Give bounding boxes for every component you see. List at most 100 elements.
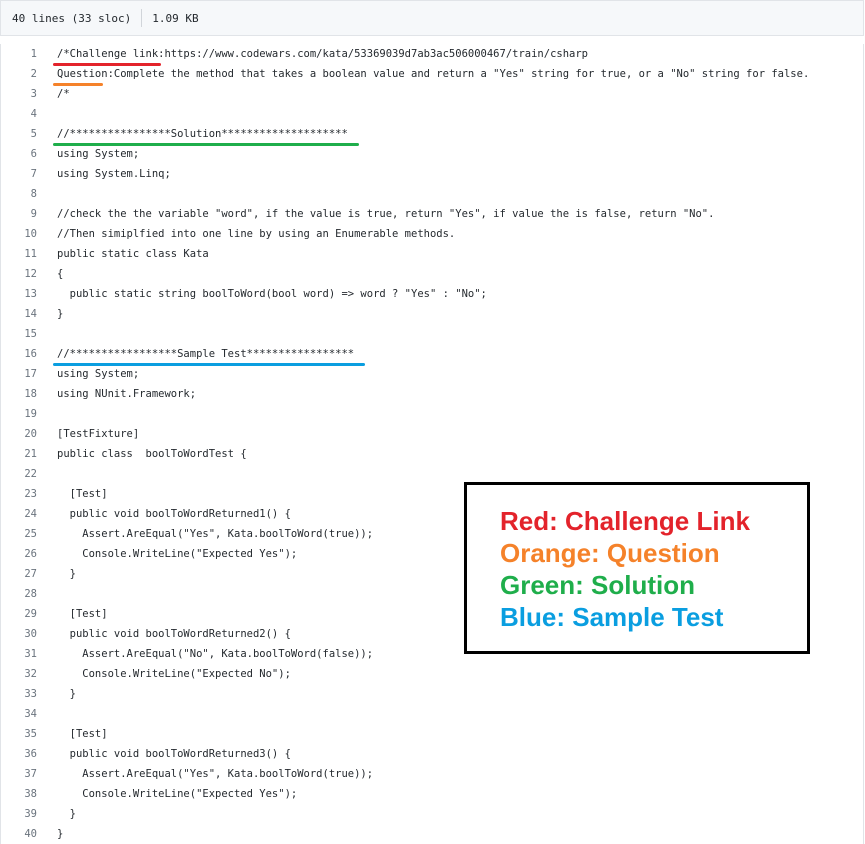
- line-number: 10: [24, 228, 37, 240]
- line-number: 26: [24, 548, 37, 560]
- line-number: 9: [30, 208, 37, 220]
- line-code: public static class Kata: [57, 248, 209, 260]
- line-number: 15: [24, 328, 37, 340]
- line-number: 31: [24, 648, 37, 660]
- line-number: 27: [24, 568, 37, 580]
- code-line: 8: [1, 184, 863, 204]
- line-code: Console.WriteLine("Expected Yes");: [57, 548, 298, 560]
- line-code: //Then simiplfied into one line by using…: [57, 228, 456, 240]
- line-code: }: [57, 688, 76, 700]
- line-code: Assert.AreEqual("Yes", Kata.boolToWord(t…: [57, 528, 374, 540]
- line-number: 34: [24, 708, 37, 720]
- line-number: 19: [24, 408, 37, 420]
- legend-solution: Green: Solution: [500, 570, 695, 600]
- line-number: 29: [24, 608, 37, 620]
- line-code: }: [57, 808, 76, 820]
- code-line: 32 Console.WriteLine("Expected No");: [1, 664, 863, 684]
- line-code: /*: [57, 88, 70, 100]
- code-line: 7 using System.Linq;: [1, 164, 863, 184]
- line-number: 21: [24, 448, 37, 460]
- line-number: 5: [30, 128, 37, 140]
- code-line: 15: [1, 324, 863, 344]
- line-number: 36: [24, 748, 37, 760]
- line-code: public void boolToWordReturned3() {: [57, 748, 291, 760]
- solution-underline: [53, 143, 359, 146]
- line-number: 35: [24, 728, 37, 740]
- code-line: 19: [1, 404, 863, 424]
- line-code: [Test]: [57, 608, 108, 620]
- file-info-bar: 40 lines (33 sloc) 1.09 KB: [0, 0, 864, 36]
- code-line: 37 Assert.AreEqual("Yes", Kata.boolToWor…: [1, 764, 863, 784]
- code-line: 9 //check the the variable "word", if the…: [1, 204, 863, 224]
- line-number: 22: [24, 468, 37, 480]
- code-line: 2 Question:Complete the method that takes…: [1, 64, 863, 84]
- line-code: Assert.AreEqual("No", Kata.boolToWord(fa…: [57, 648, 374, 660]
- code-line: 18 using NUnit.Framework;: [1, 384, 863, 404]
- code-line: 21 public class boolToWordTest {: [1, 444, 863, 464]
- code-line: 16 //*****************Sample Test********…: [1, 344, 863, 364]
- sample-test-underline: [53, 363, 365, 366]
- code-line: 14}: [1, 304, 863, 324]
- code-line: 13 public static string boolToWord(bool …: [1, 284, 863, 304]
- code-line: 4: [1, 104, 863, 124]
- line-number: 32: [24, 668, 37, 680]
- line-number: 2: [30, 68, 37, 80]
- line-number: 18: [24, 388, 37, 400]
- code-line: 1 /*Challenge link:https://www.codewars.c…: [1, 44, 863, 64]
- file-size: 1.09 KB: [152, 11, 199, 25]
- color-legend: Red: Challenge Link Orange: Question Gre…: [464, 482, 810, 654]
- code-line: 34: [1, 704, 863, 724]
- line-code: [Test]: [57, 728, 108, 740]
- line-code: using NUnit.Framework;: [57, 388, 197, 400]
- line-code: [TestFixture]: [57, 428, 140, 440]
- line-code: public void boolToWordReturned2() {: [57, 628, 291, 640]
- code-line: 39 }: [1, 804, 863, 824]
- line-code: /*Challenge link:https://www.codewars.co…: [57, 48, 589, 60]
- line-number: 33: [24, 688, 37, 700]
- line-number: 24: [24, 508, 37, 520]
- line-number: 6: [30, 148, 37, 160]
- line-number: 8: [30, 188, 37, 200]
- line-number: 14: [24, 308, 37, 320]
- line-number: 38: [24, 788, 37, 800]
- line-number: 16: [24, 348, 37, 360]
- code-line: 35 [Test]: [1, 724, 863, 744]
- code-line: 10 //Then simiplfied into one line by usi…: [1, 224, 863, 244]
- code-line: 5 //****************Solution*************…: [1, 124, 863, 144]
- line-code: }: [57, 308, 64, 320]
- code-line: 20 [TestFixture]: [1, 424, 863, 444]
- line-number: 30: [24, 628, 37, 640]
- line-number: 13: [24, 288, 37, 300]
- line-code: }: [57, 828, 64, 840]
- line-code: //*****************Sample Test**********…: [57, 348, 355, 360]
- line-code: Assert.AreEqual("Yes", Kata.boolToWord(t…: [57, 768, 374, 780]
- line-number: 7: [30, 168, 37, 180]
- line-code: [Test]: [57, 488, 108, 500]
- legend-sample-test: Blue: Sample Test: [500, 602, 724, 632]
- line-code: {: [57, 268, 64, 280]
- code-line: 17 using System;: [1, 364, 863, 384]
- code-line: 40}: [1, 824, 863, 844]
- line-code: //check the the variable "word", if the …: [57, 208, 715, 220]
- line-code: using System.Linq;: [57, 168, 171, 180]
- line-code: Console.WriteLine("Expected Yes");: [57, 788, 298, 800]
- line-code: public void boolToWordReturned1() {: [57, 508, 291, 520]
- line-code: public class boolToWordTest {: [57, 448, 247, 460]
- line-number: 20: [24, 428, 37, 440]
- line-number: 28: [24, 588, 37, 600]
- line-number: 4: [30, 108, 37, 120]
- question-underline: [53, 83, 103, 86]
- line-count: 40 lines (33 sloc): [12, 11, 132, 25]
- line-code: }: [57, 568, 76, 580]
- line-number: 3: [30, 88, 37, 100]
- line-code: Console.WriteLine("Expected No");: [57, 668, 291, 680]
- code-line: 38 Console.WriteLine("Expected Yes");: [1, 784, 863, 804]
- code-line: 33 }: [1, 684, 863, 704]
- code-line: 6 using System;: [1, 144, 863, 164]
- line-number: 12: [24, 268, 37, 280]
- code-line: 36 public void boolToWordReturned3() {: [1, 744, 863, 764]
- line-number: 40: [24, 828, 37, 840]
- line-number: 23: [24, 488, 37, 500]
- line-code: Question:Complete the method that takes …: [57, 68, 810, 80]
- line-code: using System;: [57, 148, 140, 160]
